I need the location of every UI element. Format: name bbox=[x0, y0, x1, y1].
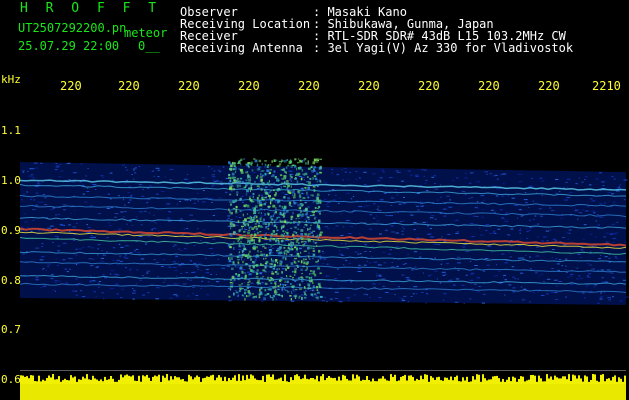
x-tick: 220 bbox=[418, 79, 440, 93]
y-tick: 0.7 bbox=[1, 323, 21, 336]
y-tick: 0.6 bbox=[1, 373, 21, 386]
y-axis-unit: kHz bbox=[1, 73, 21, 86]
x-tick: 220 bbox=[478, 79, 500, 93]
x-tick: 220 bbox=[538, 79, 560, 93]
x-tick: 220 bbox=[238, 79, 260, 93]
y-tick: 0.8 bbox=[1, 274, 21, 287]
spectrogram-plot bbox=[19, 72, 629, 400]
x-tick: 220 bbox=[298, 79, 320, 93]
x-tick: 220 bbox=[178, 79, 200, 93]
x-tick: 220 bbox=[358, 79, 380, 93]
x-tick: 220 bbox=[118, 79, 140, 93]
bottom-noise bbox=[20, 374, 626, 400]
y-tick: 1.0 bbox=[1, 174, 21, 187]
spectrogram-window: H R O F F T UT2507292200.pn meteor 25.07… bbox=[0, 0, 629, 400]
y-tick: 1.1 bbox=[1, 124, 21, 137]
x-tick: 2210 bbox=[592, 79, 621, 93]
x-tick: 220 bbox=[60, 79, 82, 93]
baseline-axis bbox=[20, 370, 626, 371]
y-tick: 0.9 bbox=[1, 224, 21, 237]
